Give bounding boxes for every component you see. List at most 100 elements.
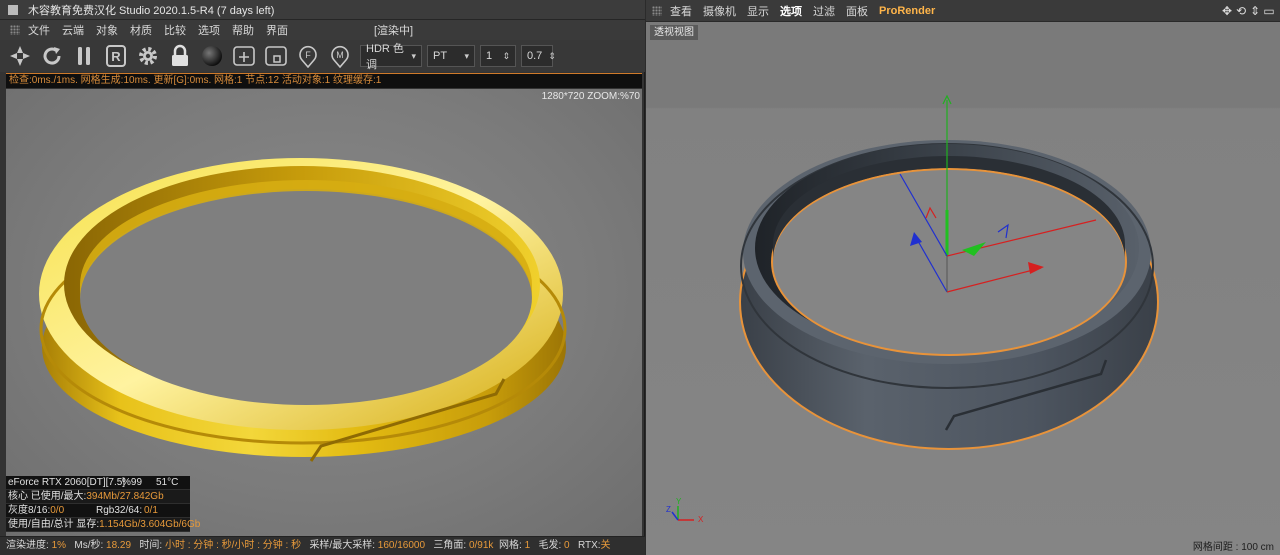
rtx-value: 关 [600,540,611,551]
viewport-nav-icons: ✥ ⟲ ⇕ ▭ [1220,3,1276,19]
menu-materials[interactable]: 材质 [130,22,152,38]
mem-label: 使用/自由/总计 显存: [8,519,100,530]
grid-spacing-label: 网格间距 : 100 cm [1192,542,1274,553]
tonemap-select[interactable]: HDR 色调 ▾ [360,43,422,71]
value2-stepper[interactable]: 0.7 ⇕ [521,45,556,67]
live-viewer-menubar: 文件 云端 对象 材质 比较 选项 帮助 界面 [渲染中] [0,20,645,40]
tonemap-value: HDR 色调 [366,43,404,71]
svg-text:R: R [111,49,121,64]
kernel-value: PT [433,50,448,62]
gear-icon[interactable] [136,44,160,68]
mesh-label: 网格: [499,540,522,551]
value1-value: 1 [486,50,493,62]
svg-text:M: M [336,50,344,60]
gpu-name: eForce RTX 2060[DT][7.5] [8,477,126,488]
plus-box-icon[interactable] [232,44,256,68]
value2-value: 0.7 [527,50,543,62]
render-view[interactable]: 1280*720 ZOOM:%70 [6,89,642,536]
stepper-icon: ⇕ [502,50,510,61]
triangles-value: 0/91k [468,540,494,551]
refresh-icon[interactable] [40,44,64,68]
menu-display[interactable]: 显示 [747,3,769,19]
m-pin-icon[interactable]: M [328,44,352,68]
menu-file[interactable]: 文件 [28,22,50,38]
hair-label: 毛发: [538,540,562,551]
time-value: 小时 : 分钟 : 秒/小时 : 分钟 : 秒 [164,540,302,551]
axis-z-label: Z [666,505,671,514]
dark-ring-model: Y X Z [666,94,1159,524]
gpu-temp: 51°C [156,477,179,488]
view-name-label[interactable]: 透视视图 [650,25,698,40]
axis-y-label: Y [676,497,682,506]
menu-cloud[interactable]: 云端 [62,22,84,38]
time-label: 时间: [139,540,163,551]
lock-icon[interactable] [168,44,192,68]
menu-camera[interactable]: 摄像机 [703,3,736,19]
region-r-icon[interactable]: R [104,44,128,68]
stepper-icon: ⇕ [548,50,556,61]
gray-label: 灰度8/16: [8,505,51,516]
gpu-mem-row: 使用/自由/总计 显存: 1.154Gb/3.604Gb/6Gb [6,518,200,532]
grip-icon[interactable] [652,5,662,16]
orbit-icon[interactable]: ⟲ [1234,3,1248,19]
value1-stepper[interactable]: 1 ⇕ [480,45,516,67]
mem-value: 1.154Gb/3.604Gb/6Gb [99,519,201,530]
ms-value: 18.29 [106,540,132,551]
grip-icon[interactable] [10,25,20,35]
move-icon[interactable]: ✥ [1220,3,1234,19]
core-value: 394Mb/27.842Gb [86,491,164,502]
chevron-down-icon: ▾ [411,50,416,61]
samples-label: 采样/最大采样: [309,540,375,551]
menu-view[interactable]: 查看 [670,3,692,19]
f-pin-icon[interactable]: F [296,44,320,68]
aperture-icon[interactable] [8,44,32,68]
gpu-percent: %99 [122,477,143,488]
square-box-icon[interactable] [264,44,288,68]
gold-ring-render [39,158,567,462]
window-titlebar: 木容教育免费汉化 Studio 2020.1.5-R4 (7 days left… [0,0,645,20]
axis-x-label: X [698,515,704,524]
gpu-gray-row: 灰度8/16: 0/0 Rgb32/64: 0/1 [6,504,190,518]
gpu-core-row: 核心 已使用/最大: 394Mb/27.842Gb [6,490,190,504]
render-status-bar: 渲染进度: 1% Ms/秒: 18.29 时间: 小时 : 分钟 : 秒/小时 … [0,536,645,555]
sphere-icon[interactable] [200,44,224,68]
hair-value: 0 [564,540,570,551]
render-info-bar: 检查:0ms./1ms. 网格生成:10ms. 更新[G]:0ms. 网格:1 … [6,73,642,88]
progress-label: 渲染进度: [6,540,49,551]
menu-prorender[interactable]: ProRender [879,5,935,17]
progress-value: 1% [51,540,67,551]
menu-help[interactable]: 帮助 [232,22,254,38]
live-viewer-toolbar: R F M HDR 色调 ▾ PT ▾ 1 ⇕ 0.7 ⇕ [0,40,645,72]
pause-icon[interactable] [72,44,96,68]
gpu-name-row: eForce RTX 2060[DT][7.5] %99 51°C [6,476,190,490]
menu-objects[interactable]: 对象 [96,22,118,38]
rtx-label: RTX: [577,540,601,551]
rgb-label: Rgb32/64: [96,505,143,516]
viewport-menubar: 查看 摄像机 显示 选项 过滤 面板 ProRender ✥ ⟲ ⇕ ▭ [646,0,1280,22]
gpu-stats-panel: eForce RTX 2060[DT][7.5] %99 51°C 核心 已使用… [6,476,200,534]
triangles-label: 三角面: [433,540,467,551]
menu-compare[interactable]: 比较 [164,22,186,38]
resolution-zoom-label: 1280*720 ZOOM:%70 [541,91,640,102]
svg-text:F: F [305,50,311,60]
core-label: 核心 已使用/最大: [8,491,87,502]
zoom-icon[interactable]: ⇕ [1248,3,1262,19]
menu-filter[interactable]: 过滤 [813,3,835,19]
maximize-icon[interactable]: ▭ [1262,3,1276,19]
live-viewer-panel: 木容教育免费汉化 Studio 2020.1.5-R4 (7 days left… [0,0,645,555]
chevron-down-icon: ▾ [464,50,469,61]
rgb-value: 0/1 [144,505,158,516]
menu-options[interactable]: 选项 [780,3,802,19]
ms-label: Ms/秒: [74,540,104,551]
menu-options[interactable]: 选项 [198,22,220,38]
menu-interface[interactable]: 界面 [266,22,288,38]
viewport-panel: 查看 摄像机 显示 选项 过滤 面板 ProRender ✥ ⟲ ⇕ ▭ Y X… [646,0,1280,555]
mesh-value: 1 [524,540,531,551]
window-icon [8,4,18,15]
kernel-select[interactable]: PT ▾ [427,45,475,67]
perspective-viewport[interactable]: Y X Z 透视视图 网格间距 : 100 cm [646,22,1280,555]
render-status: [渲染中] [374,25,414,37]
menu-panel[interactable]: 面板 [846,3,868,19]
gray-value: 0/0 [50,505,65,516]
samples-value: 160/16000 [377,540,426,551]
